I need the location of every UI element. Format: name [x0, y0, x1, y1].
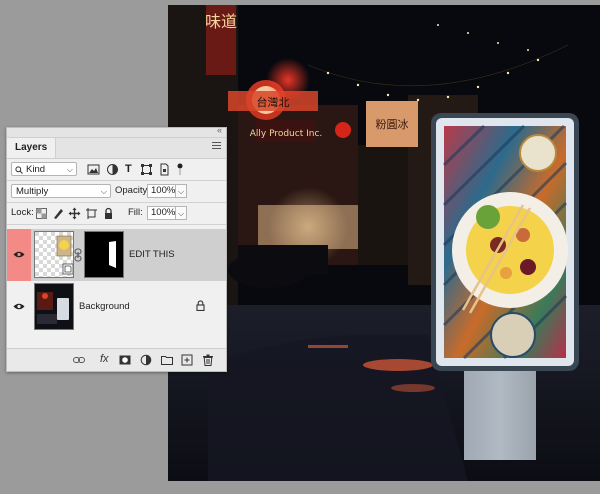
document-canvas[interactable]: 味道 台灣北 Ally Product Inc. 粉圓冰	[168, 5, 600, 481]
layers-bottom-toolbar: fx	[7, 348, 226, 371]
filter-row: Kind ⌵ T	[7, 159, 226, 180]
blend-row: Multiply ⌵ Opacity: 100% ⌵	[7, 181, 226, 202]
opacity-label: Opacity:	[115, 185, 150, 196]
panel-tab-row: Layers	[7, 138, 226, 159]
link-layers-icon[interactable]	[73, 354, 85, 366]
collapse-panel-icon[interactable]: «	[217, 125, 222, 135]
adjustment-filter-icon[interactable]	[106, 163, 119, 176]
shape-filter-icon[interactable]	[140, 163, 153, 176]
eye-icon	[13, 303, 25, 310]
lock-image-pixels-icon[interactable]	[52, 207, 65, 220]
panel-menu-icon[interactable]	[212, 142, 221, 151]
opacity-dropdown-icon[interactable]: ⌵	[176, 184, 187, 198]
panel-title-bar[interactable]: «	[7, 125, 226, 138]
chevron-down-icon: ⌵	[66, 165, 73, 174]
layer-name[interactable]: Background	[79, 301, 130, 312]
image-filter-icon[interactable]	[87, 163, 100, 176]
layer-row-background[interactable]: Background	[7, 281, 226, 333]
new-group-icon[interactable]	[161, 354, 173, 366]
tab-layers[interactable]: Layers	[7, 138, 57, 158]
smart-object-filter-icon[interactable]	[158, 163, 171, 176]
filter-kind-select[interactable]: Kind ⌵	[11, 162, 77, 176]
layer-visibility-toggle[interactable]	[7, 281, 31, 333]
search-icon	[15, 166, 23, 174]
chevron-down-icon: ⌵	[100, 187, 107, 196]
opacity-input[interactable]: 100%	[147, 184, 176, 198]
chinese-sign-1: 味道	[205, 12, 237, 31]
blend-mode-value: Multiply	[16, 186, 49, 197]
lock-row: Lock: Fill: 100% ⌵	[7, 203, 226, 224]
add-mask-icon[interactable]	[119, 354, 131, 366]
lock-label: Lock:	[11, 207, 34, 218]
delete-layer-icon[interactable]	[202, 354, 214, 366]
type-filter-icon[interactable]: T	[125, 163, 138, 176]
lock-position-icon[interactable]	[68, 207, 81, 220]
street-photo: 味道 台灣北 Ally Product Inc. 粉圓冰	[168, 5, 600, 481]
filter-kind-label: Kind	[26, 164, 46, 175]
layer-name[interactable]: EDIT THIS	[129, 249, 175, 260]
svg-text:Ally Product Inc.: Ally Product Inc.	[250, 129, 323, 139]
layers-panel: « Layers Kind ⌵ T Multiply ⌵ Opacity: 10…	[6, 125, 227, 372]
fill-input[interactable]: 100%	[147, 206, 176, 220]
layer-thumbnail[interactable]	[34, 283, 74, 330]
new-adjustment-layer-icon[interactable]	[140, 354, 152, 366]
layer-style-fx-icon[interactable]: fx	[100, 353, 109, 365]
layer-mask-thumbnail[interactable]	[84, 231, 124, 278]
svg-text:粉圓冰: 粉圓冰	[376, 118, 409, 131]
lock-artboard-icon[interactable]	[85, 207, 98, 220]
layer-row-edit-this[interactable]: EDIT THIS	[7, 229, 226, 281]
billboard	[431, 113, 579, 371]
lock-icon	[196, 300, 205, 311]
lock-all-icon[interactable]	[102, 207, 115, 220]
layer-thumbnail[interactable]	[34, 231, 74, 278]
fill-dropdown-icon[interactable]: ⌵	[176, 206, 187, 220]
new-layer-icon[interactable]	[181, 354, 193, 366]
link-icon[interactable]	[74, 248, 82, 262]
fill-label: Fill:	[128, 207, 143, 218]
layer-visibility-toggle[interactable]	[7, 229, 31, 281]
blend-mode-select[interactable]: Multiply ⌵	[11, 184, 111, 198]
eye-icon	[13, 251, 25, 258]
lock-transparent-pixels-icon[interactable]	[35, 207, 48, 220]
filter-toggle-icon[interactable]	[177, 163, 183, 176]
